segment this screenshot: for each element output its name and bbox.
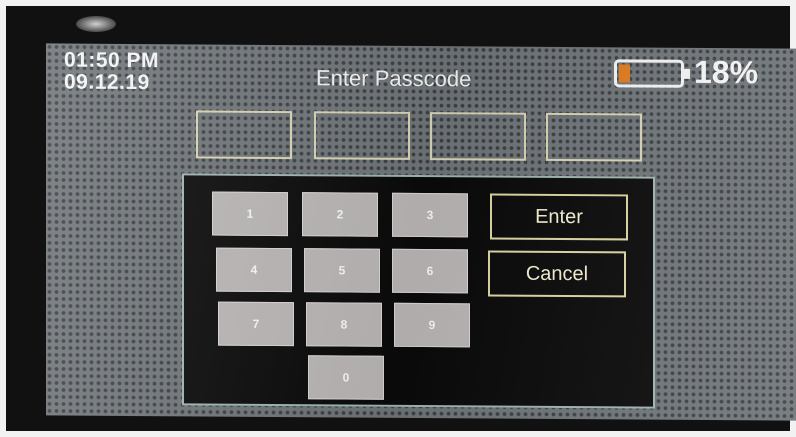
key-3[interactable]: 3 [392, 192, 468, 238]
passcode-digit-4[interactable] [546, 112, 642, 162]
enter-button[interactable]: Enter [490, 193, 628, 241]
key-0[interactable]: 0 [308, 355, 384, 400]
key-8[interactable]: 8 [306, 302, 382, 347]
photo-frame: 01:50 PM 09.12.19 Enter Passcode 18% 1 2… [0, 0, 796, 437]
battery-icon [614, 59, 690, 88]
cancel-button[interactable]: Cancel [488, 250, 626, 298]
clock-time: 01:50 PM [64, 48, 160, 73]
passcode-digit-2[interactable] [314, 111, 410, 160]
key-5[interactable]: 5 [304, 248, 380, 293]
key-1[interactable]: 1 [212, 191, 288, 237]
clock-date: 09.12.19 [64, 70, 150, 95]
keypad-panel: 1 2 3 4 5 6 7 8 9 0 Enter Cancel [182, 173, 655, 409]
battery-level-fill [619, 64, 630, 83]
key-9[interactable]: 9 [394, 302, 470, 348]
device-screen: 01:50 PM 09.12.19 Enter Passcode 18% 1 2… [46, 43, 796, 421]
light-glare [76, 16, 116, 32]
battery-terminal [684, 68, 690, 79]
key-4[interactable]: 4 [216, 247, 292, 293]
key-6[interactable]: 6 [392, 248, 468, 294]
key-7[interactable]: 7 [218, 301, 294, 347]
key-2[interactable]: 2 [302, 192, 378, 237]
page-title: Enter Passcode [316, 65, 472, 92]
passcode-digit-3[interactable] [430, 112, 526, 161]
battery-percentage: 18% [694, 53, 759, 91]
passcode-digit-1[interactable] [196, 110, 292, 160]
